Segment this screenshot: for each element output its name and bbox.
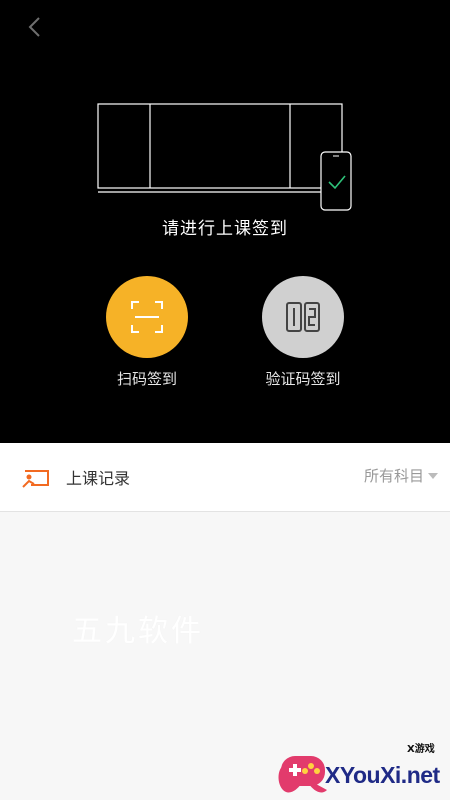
scan-checkin-circle[interactable]	[106, 276, 188, 358]
scan-frame-icon	[131, 301, 163, 333]
checkin-panel: 请进行上课签到 扫码签到 验证码签到	[0, 0, 450, 443]
text-watermark: 五九软件	[72, 614, 204, 649]
code-checkin-button[interactable]: 验证码签到	[233, 276, 373, 391]
back-button[interactable]	[18, 10, 52, 44]
chevron-down-icon	[428, 472, 438, 479]
logo-text: XYouXi.net	[325, 762, 440, 788]
chevron-left-icon	[28, 17, 40, 37]
scan-checkin-button[interactable]: 扫码签到	[77, 276, 217, 391]
records-list: 五九软件 X游戏 XYouXi.net	[0, 512, 450, 800]
code-checkin-label: 验证码签到	[265, 370, 341, 388]
code-checkin-circle[interactable]	[262, 276, 344, 358]
checkin-prompt: 请进行上课签到	[162, 219, 288, 239]
subject-filter-label: 所有科目	[363, 467, 424, 485]
scan-checkin-label: 扫码签到	[116, 370, 177, 388]
class-board-icon	[22, 470, 49, 488]
logo-small-text: X游戏	[407, 744, 435, 755]
code-digits-icon	[286, 302, 320, 332]
site-logo-watermark: X游戏 XYouXi.net	[275, 738, 445, 800]
records-title: 上课记录	[66, 469, 131, 488]
records-header: 上课记录 所有科目	[0, 443, 450, 512]
gamepad-icon	[278, 756, 327, 793]
blackboard-phone-check-icon	[97, 103, 352, 211]
subject-filter-dropdown[interactable]: 所有科目	[364, 465, 438, 486]
